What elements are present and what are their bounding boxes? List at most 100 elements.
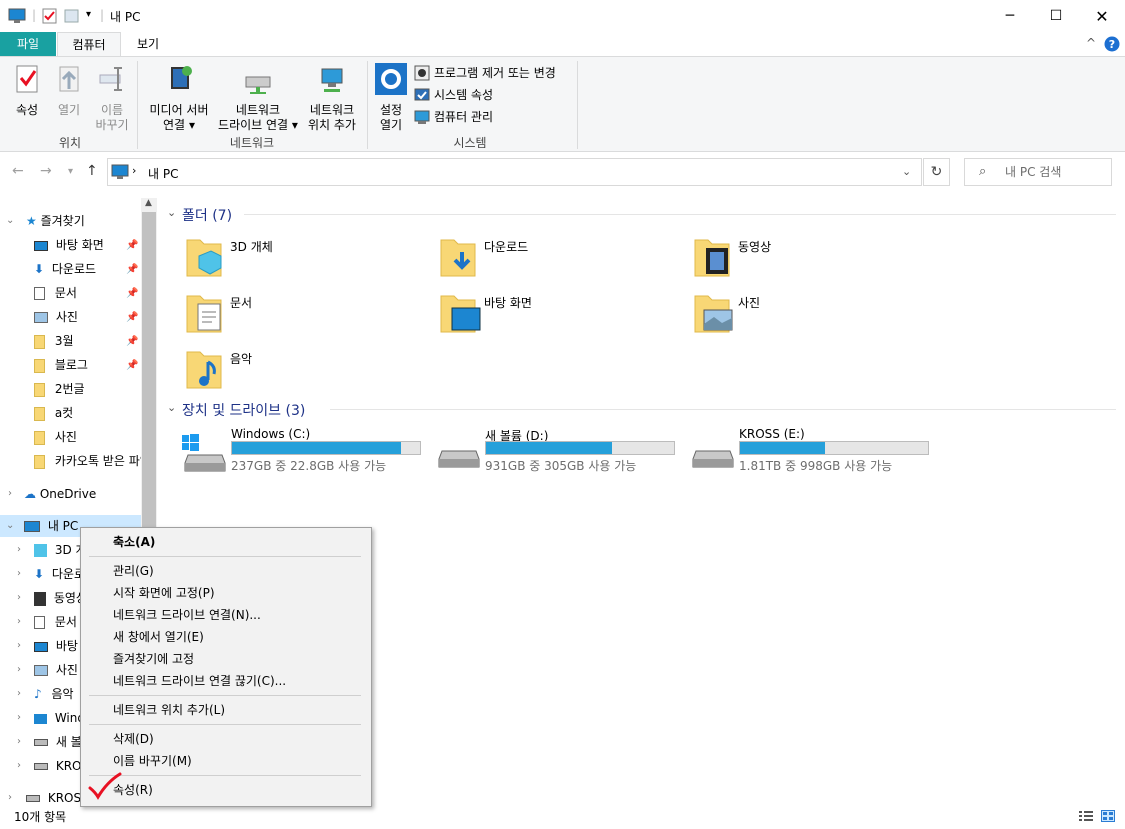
menu-item-disconnect-drive[interactable]: 네트워크 드라이브 연결 끊기(C)... [113, 671, 286, 691]
group-divider [244, 214, 1116, 215]
pin-icon: 📌 [126, 336, 139, 347]
menu-item-rename[interactable]: 이름 바꾸기(M) [113, 751, 192, 771]
folder-tile[interactable]: 음악 [184, 346, 424, 394]
dropdown-caret-icon: ▾ [291, 118, 298, 132]
open-icon [59, 66, 79, 92]
collapse-group-icon[interactable]: ⌄ [167, 401, 176, 414]
folder-icon [34, 454, 45, 469]
back-button[interactable]: ← [12, 163, 24, 179]
open-button[interactable]: 열기 [52, 63, 86, 118]
download-icon: ⬇ [34, 567, 45, 581]
close-button[interactable]: ✕ [1079, 0, 1125, 32]
group-network-label: 네트워크 [229, 136, 275, 150]
folder-tile[interactable]: 동영상 [692, 234, 932, 282]
large-icons-view-icon[interactable] [1101, 810, 1115, 822]
folder-tile[interactable]: 바탕 화면 [438, 290, 678, 338]
pin-icon: 📌 [126, 240, 139, 251]
menu-separator [89, 556, 361, 557]
folder-tile[interactable]: 다운로드 [438, 234, 678, 282]
drive-usage-bar [739, 441, 929, 455]
add-network-location-button[interactable]: 네트워크 위치 추가 [304, 63, 360, 133]
drive-icon [26, 795, 40, 802]
rename-button[interactable]: 이름 바꾸기 [92, 63, 132, 133]
system-properties-button[interactable]: 시스템 속성 [414, 85, 493, 105]
folder-icon [34, 406, 45, 421]
new-folder-qa-icon[interactable] [64, 8, 80, 24]
network-drive-icon [245, 76, 271, 94]
maximize-button[interactable]: ☐ [1033, 0, 1079, 32]
scroll-up-icon[interactable]: ▲ [145, 198, 152, 208]
qa-dropdown-icon[interactable]: ▾ [86, 9, 91, 20]
search-input[interactable]: ⌕ 내 PC 검색 [964, 158, 1112, 186]
properties-button[interactable]: 속성 [8, 63, 46, 118]
nav-quick-item[interactable]: a컷 [0, 402, 141, 424]
menu-item-collapse[interactable]: 축소(A) [113, 532, 155, 552]
tab-file[interactable]: 파일 [0, 32, 56, 56]
drive-tile[interactable]: Windows (C:) 237GB 중 22.8GB 사용 가능 [182, 427, 432, 477]
nav-onedrive[interactable]: ☁ OneDrive [0, 483, 141, 505]
drive-tile[interactable]: KROSS (E:) 1.81TB 중 998GB 사용 가능 [690, 427, 940, 477]
map-network-drive-button[interactable]: 네트워크 드라이브 연결 ▾ [214, 63, 302, 133]
help-icon[interactable]: ? [1104, 36, 1120, 52]
properties-icon [16, 65, 38, 93]
tab-computer[interactable]: 컴퓨터 [57, 32, 121, 57]
menu-item-open-new-window[interactable]: 새 창에서 열기(E) [113, 627, 204, 647]
nav-quick-item[interactable]: ⬇ 다운로드 [0, 258, 141, 280]
folder-tile[interactable]: 사진 [692, 290, 932, 338]
nav-quick-item[interactable]: 3월 [0, 330, 141, 352]
ribbon-divider [367, 61, 368, 149]
collapse-group-icon[interactable]: ⌄ [167, 206, 176, 219]
pictures-icon [34, 312, 48, 323]
nav-quick-item[interactable]: 카카오톡 받은 파일 [0, 450, 141, 472]
ribbon-tabs: 파일 컴퓨터 보기 ^ ? [0, 32, 1125, 57]
menu-item-pin-to-start[interactable]: 시작 화면에 고정(P) [113, 583, 215, 603]
refresh-button[interactable]: ↻ [923, 158, 950, 186]
pin-icon: 📌 [126, 288, 139, 299]
address-bar[interactable]: › 내 PC ⌄ [107, 158, 922, 186]
nav-quick-item[interactable]: 사진 [0, 306, 141, 328]
minimize-button[interactable]: ─ [987, 0, 1033, 32]
media-server-button[interactable]: 미디어 서버 연결 ▾ [144, 63, 214, 133]
nav-scrollbar-thumb[interactable] [142, 212, 156, 542]
folder-tile[interactable]: 문서 [184, 290, 424, 338]
documents-folder-icon [186, 295, 222, 333]
recent-locations-button[interactable]: ▾ [68, 166, 73, 177]
breadcrumb-separator-icon[interactable]: › [132, 164, 136, 177]
menu-item-delete[interactable]: 삭제(D) [113, 729, 154, 749]
nav-quick-item[interactable]: 블로그 [0, 354, 141, 376]
nav-quick-item[interactable]: 2번글 [0, 378, 141, 400]
menu-item-map-network-drive[interactable]: 네트워크 드라이브 연결(N)... [113, 605, 261, 625]
nav-quick-item[interactable]: 바탕 화면 [0, 234, 141, 256]
computer-icon [24, 521, 40, 532]
windows-drive-icon [34, 713, 47, 724]
folders-group-header[interactable]: 폴더 (7) [182, 205, 232, 225]
drive-tile[interactable]: 새 볼륨 (D:) 931GB 중 305GB 사용 가능 [436, 427, 686, 477]
computer-management-button[interactable]: 컴퓨터 관리 [414, 107, 493, 127]
menu-item-manage[interactable]: 관리(G) [113, 561, 154, 581]
nav-quick-access[interactable]: ★ 즐겨찾기 [0, 210, 141, 232]
open-settings-button[interactable]: 설정 열기 [374, 63, 408, 133]
tab-view[interactable]: 보기 [126, 32, 170, 56]
group-divider [330, 409, 1116, 410]
forward-button[interactable]: → [40, 163, 52, 179]
nav-quick-item[interactable]: 사진 [0, 426, 141, 448]
uninstall-program-button[interactable]: 프로그램 제거 또는 변경 [414, 63, 556, 83]
pin-icon: 📌 [126, 360, 139, 371]
drives-group-header[interactable]: 장치 및 드라이브 (3) [182, 400, 305, 420]
computer-icon [111, 164, 129, 179]
pin-icon: 📌 [126, 312, 139, 323]
system-properties-icon [414, 88, 430, 101]
document-icon [34, 287, 45, 300]
menu-item-pin-quick-access[interactable]: 즐겨찾기에 고정 [113, 649, 194, 669]
nav-quick-item[interactable]: 문서 [0, 282, 141, 304]
properties-qa-icon[interactable] [42, 8, 58, 24]
up-button[interactable]: ↑ [86, 163, 98, 179]
breadcrumb-this-pc[interactable]: 내 PC [148, 165, 178, 182]
address-dropdown-icon[interactable]: ⌄ [902, 165, 911, 178]
collapse-ribbon-icon[interactable]: ^ [1086, 36, 1096, 50]
group-location-label: 위치 [58, 136, 82, 150]
menu-item-add-network-location[interactable]: 네트워크 위치 추가(L) [113, 700, 225, 720]
details-view-icon[interactable] [1079, 810, 1093, 822]
expand-chevron-icon[interactable]: ⌄ [6, 520, 14, 531]
folder-tile[interactable]: 3D 개체 [184, 234, 424, 282]
